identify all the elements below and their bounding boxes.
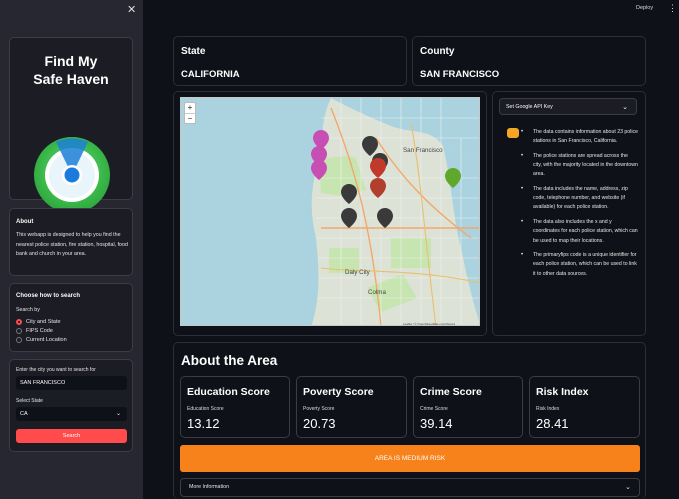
metric-crime: Crime Score Crime Score 39.14	[413, 376, 523, 438]
radio-current-location[interactable]: Current Location	[16, 335, 67, 344]
metric-value: 39.14	[420, 416, 453, 431]
insight-item: The data contains information about 23 p…	[521, 128, 638, 146]
app-root: ✕ Find My Safe Haven About This webapp i…	[0, 0, 679, 499]
metric-title: Crime Score	[420, 386, 482, 398]
city-input-label: Enter the city you want to search for	[16, 367, 96, 373]
radio-icon	[16, 336, 22, 343]
chevron-down-icon: ⌄	[625, 484, 631, 491]
metric-title: Risk Index	[536, 386, 589, 398]
radio-label: Current Location	[26, 336, 67, 343]
about-card: About This webapp is designed to help yo…	[9, 208, 133, 276]
metric-title: Education Score	[187, 386, 270, 398]
map-zoom-control: + −	[184, 102, 196, 124]
radio-icon	[16, 327, 22, 334]
radio-selected-icon	[16, 318, 22, 325]
deploy-button[interactable]: Deploy	[636, 5, 653, 11]
state-select-value: CA	[20, 411, 28, 417]
sidebar: ✕ Find My Safe Haven About This webapp i…	[0, 0, 143, 499]
radio-fips[interactable]: FIPS Code	[16, 326, 67, 335]
area-title: About the Area	[181, 353, 278, 368]
insights-list: The data contains information about 23 p…	[521, 128, 638, 284]
app-title-card: Find My Safe Haven	[9, 37, 133, 213]
metric-label: Risk Index	[536, 406, 560, 412]
kebab-icon[interactable]: ⋮	[668, 3, 677, 14]
metric-value: 28.41	[536, 416, 569, 431]
police-station-map[interactable]: San Francisco Daly City Colma Leaflet | …	[180, 97, 480, 326]
state-card: State CALIFORNIA	[173, 36, 407, 86]
metric-value: 20.73	[303, 416, 336, 431]
assistant-avatar-icon	[507, 128, 519, 138]
metric-value: 13.12	[187, 416, 220, 431]
about-heading: About	[16, 219, 34, 225]
chevron-down-icon: ⌄	[622, 104, 628, 111]
search-method-radio-group: City and State FIPS Code Current Locatio…	[16, 317, 67, 344]
radio-city-state[interactable]: City and State	[16, 317, 67, 326]
close-icon[interactable]: ✕	[127, 3, 136, 16]
insight-item: The data includes the name, address, zip…	[521, 185, 638, 213]
insight-item: The primaryfips code is a unique identif…	[521, 251, 638, 279]
api-key-expander-label: Set Google API Key	[506, 104, 553, 110]
metric-risk-index: Risk Index Risk Index 28.41	[529, 376, 640, 438]
map-label-colma: Colma	[368, 289, 386, 296]
state-select-label: Select State	[16, 398, 43, 404]
search-method-heading: Choose how to search	[16, 293, 81, 299]
search-by-label: Search by	[16, 307, 40, 313]
metric-poverty: Poverty Score Poverty Score 20.73	[296, 376, 407, 438]
state-value: CALIFORNIA	[181, 69, 240, 80]
map-attribution: Leaflet | © OpenStreetMap contributors	[403, 322, 456, 326]
state-select[interactable]: CA ⌄	[16, 407, 127, 421]
zoom-in-button[interactable]: +	[185, 103, 195, 113]
state-label: State	[181, 46, 206, 57]
insight-item: The police stations are spread across th…	[521, 152, 638, 180]
county-value: SAN FRANCISCO	[420, 69, 500, 80]
more-information-expander[interactable]: More Information ⌄	[180, 478, 640, 497]
radio-label: City and State	[26, 318, 61, 325]
api-key-expander[interactable]: Set Google API Key ⌄	[499, 98, 637, 115]
county-card: County SAN FRANCISCO	[412, 36, 646, 86]
app-title: Find My Safe Haven	[33, 53, 109, 87]
search-button[interactable]: Search	[16, 429, 127, 443]
radio-label: FIPS Code	[26, 327, 53, 334]
metric-education: Education Score Education Score 13.12	[180, 376, 290, 438]
metric-title: Poverty Score	[303, 386, 374, 398]
zoom-out-button[interactable]: −	[185, 113, 195, 124]
city-input[interactable]: SAN FRANCISCO	[16, 376, 127, 390]
chevron-down-icon: ⌄	[115, 411, 121, 417]
search-method-card: Choose how to search Search by City and …	[9, 283, 133, 352]
risk-banner: AREA IS MEDIUM RISK	[180, 445, 640, 472]
map-tiles: San Francisco Daly City Colma Leaflet | …	[181, 98, 479, 326]
more-information-label: More Information	[189, 484, 230, 490]
insight-item: The data also includes the x and y coord…	[521, 218, 638, 246]
about-text: This webapp is designed to help you find…	[16, 232, 128, 257]
county-label: County	[420, 46, 455, 57]
search-form-card: Enter the city you want to search for SA…	[9, 359, 133, 452]
metric-label: Crime Score	[420, 406, 448, 412]
radar-logo-icon	[34, 137, 110, 213]
metric-label: Poverty Score	[303, 406, 335, 412]
metric-label: Education Score	[187, 406, 224, 412]
map-label-daly-city: Daly City	[345, 269, 371, 276]
map-label-san-francisco: San Francisco	[403, 147, 443, 154]
